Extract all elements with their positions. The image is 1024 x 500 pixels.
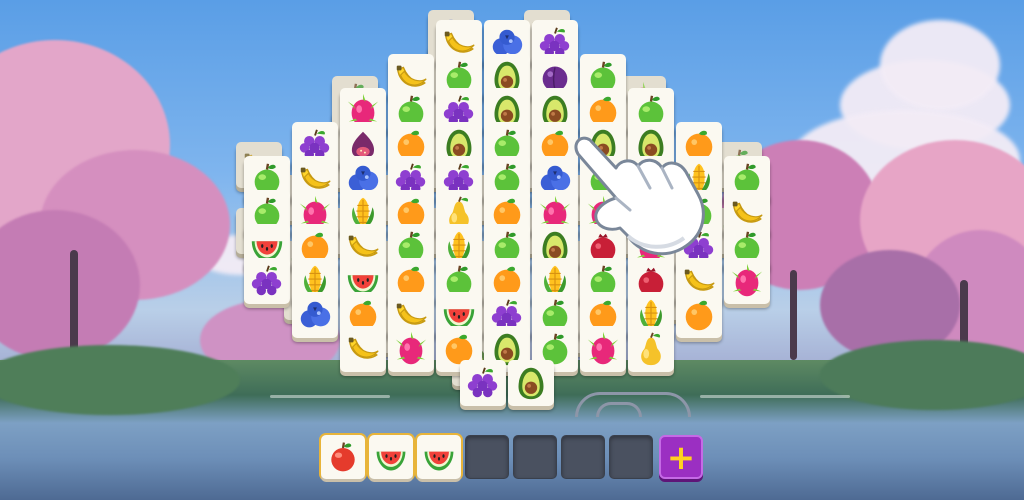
tray-slot-filled[interactable] <box>369 435 413 479</box>
tray-slot-empty <box>609 435 653 479</box>
fruit-tile[interactable] <box>724 258 770 304</box>
dragonfruit-icon <box>731 263 763 297</box>
fruit-tile[interactable] <box>676 292 722 338</box>
fruit-tile[interactable] <box>388 326 434 372</box>
apple-icon <box>331 442 355 472</box>
tile-board[interactable] <box>0 0 1024 430</box>
tray-slot-empty <box>561 435 605 479</box>
tray-slot-empty <box>465 435 509 479</box>
tile-tray: + <box>321 435 706 483</box>
tray-slot-filled[interactable] <box>321 435 365 479</box>
banana-icon <box>348 337 379 359</box>
tray-slot-empty <box>513 435 557 479</box>
fruit-tile[interactable] <box>340 326 386 372</box>
game-scene: + <box>0 0 1024 500</box>
orange-icon <box>685 300 713 331</box>
fruit-tile[interactable] <box>508 360 554 406</box>
grapes-icon <box>251 265 282 296</box>
fruit-tile[interactable] <box>460 360 506 406</box>
pointing-hand-icon <box>574 136 705 256</box>
pear-icon <box>641 332 661 366</box>
dragonfruit-icon <box>395 331 427 365</box>
fruit-tile[interactable] <box>244 258 290 304</box>
fruit-tile[interactable] <box>292 292 338 338</box>
fruit-tile[interactable] <box>580 326 626 372</box>
grapes-icon <box>467 367 498 398</box>
add-slot-button[interactable]: + <box>659 435 703 479</box>
blueberry-icon <box>300 301 331 328</box>
plus-icon: + <box>666 438 696 478</box>
watermelon-icon <box>424 451 454 471</box>
fruit-tile[interactable] <box>628 326 674 372</box>
tray-slot-filled[interactable] <box>417 435 461 479</box>
watermelon-icon <box>376 451 406 471</box>
dragonfruit-icon <box>587 331 619 365</box>
avocado-icon <box>518 367 544 400</box>
